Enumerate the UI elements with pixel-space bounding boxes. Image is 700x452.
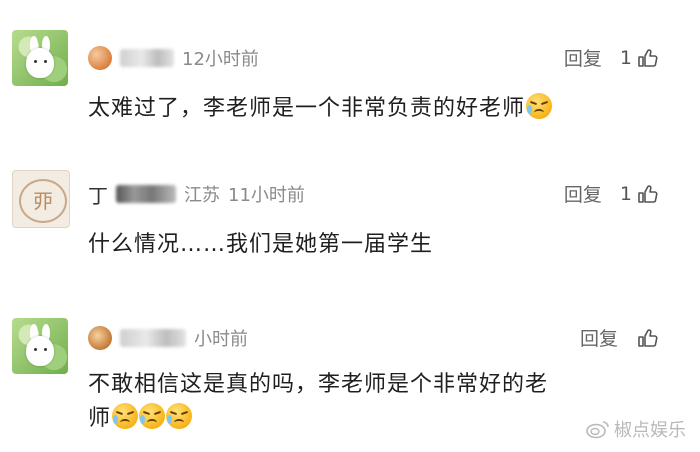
comment-meta: 丁 江苏 11小时前 <box>88 180 305 208</box>
username-visible[interactable]: 丁 <box>88 180 108 209</box>
badge-avatar-icon <box>88 326 112 350</box>
blurred-username[interactable] <box>120 329 186 347</box>
user-avatar[interactable] <box>12 318 68 374</box>
thumbs-up-icon <box>638 48 658 67</box>
blurred-username[interactable] <box>116 185 176 203</box>
comment-time: 11小时前 <box>228 185 305 206</box>
weibo-icon <box>586 421 609 439</box>
thumbs-up-icon <box>638 328 658 347</box>
reply-button[interactable]: 回复 <box>580 324 618 351</box>
comment-text-line1: 不敢相信这是真的吗，李老师是个非常好的老 <box>88 372 549 397</box>
thumbs-up-icon <box>638 184 658 203</box>
crying-emoji-icon <box>112 403 139 429</box>
reply-button[interactable]: 回复 <box>564 180 602 207</box>
comment-location: 江苏 <box>184 185 220 206</box>
badge-avatar-icon <box>88 46 112 70</box>
crying-emoji-icon <box>139 403 166 429</box>
watermark-text: 椒点娱乐 <box>614 420 686 441</box>
comment-text: 太难过了，李老师是一个非常负责的好老师 <box>88 90 553 122</box>
seal-logo-icon: 丣 <box>19 179 67 223</box>
like-count: 1 <box>619 182 632 205</box>
like-button[interactable] <box>636 326 660 350</box>
watermark: 椒点娱乐 <box>586 416 686 442</box>
reply-button[interactable]: 回复 <box>564 44 602 71</box>
comment-time: 小时前 <box>194 329 248 350</box>
comment-text-line2: 师 <box>88 400 193 432</box>
user-avatar[interactable]: 丣 <box>12 170 70 228</box>
crying-emoji-icon <box>166 403 193 429</box>
comment-text: 什么情况……我们是她第一届学生 <box>88 232 434 257</box>
user-avatar[interactable] <box>12 30 68 86</box>
comment-time: 12小时前 <box>182 49 259 70</box>
blurred-username[interactable] <box>120 49 174 67</box>
like-button[interactable]: 1 <box>620 182 660 206</box>
comment-actions: 回复 1 <box>564 180 660 207</box>
crying-emoji-icon <box>526 93 553 119</box>
comment-meta: 小时前 <box>88 324 248 352</box>
like-count: 1 <box>619 46 632 69</box>
comment-actions: 回复 <box>580 324 660 351</box>
like-button[interactable]: 1 <box>620 46 660 70</box>
comment-meta: 12小时前 <box>88 44 259 72</box>
comment-actions: 回复 1 <box>564 44 660 71</box>
